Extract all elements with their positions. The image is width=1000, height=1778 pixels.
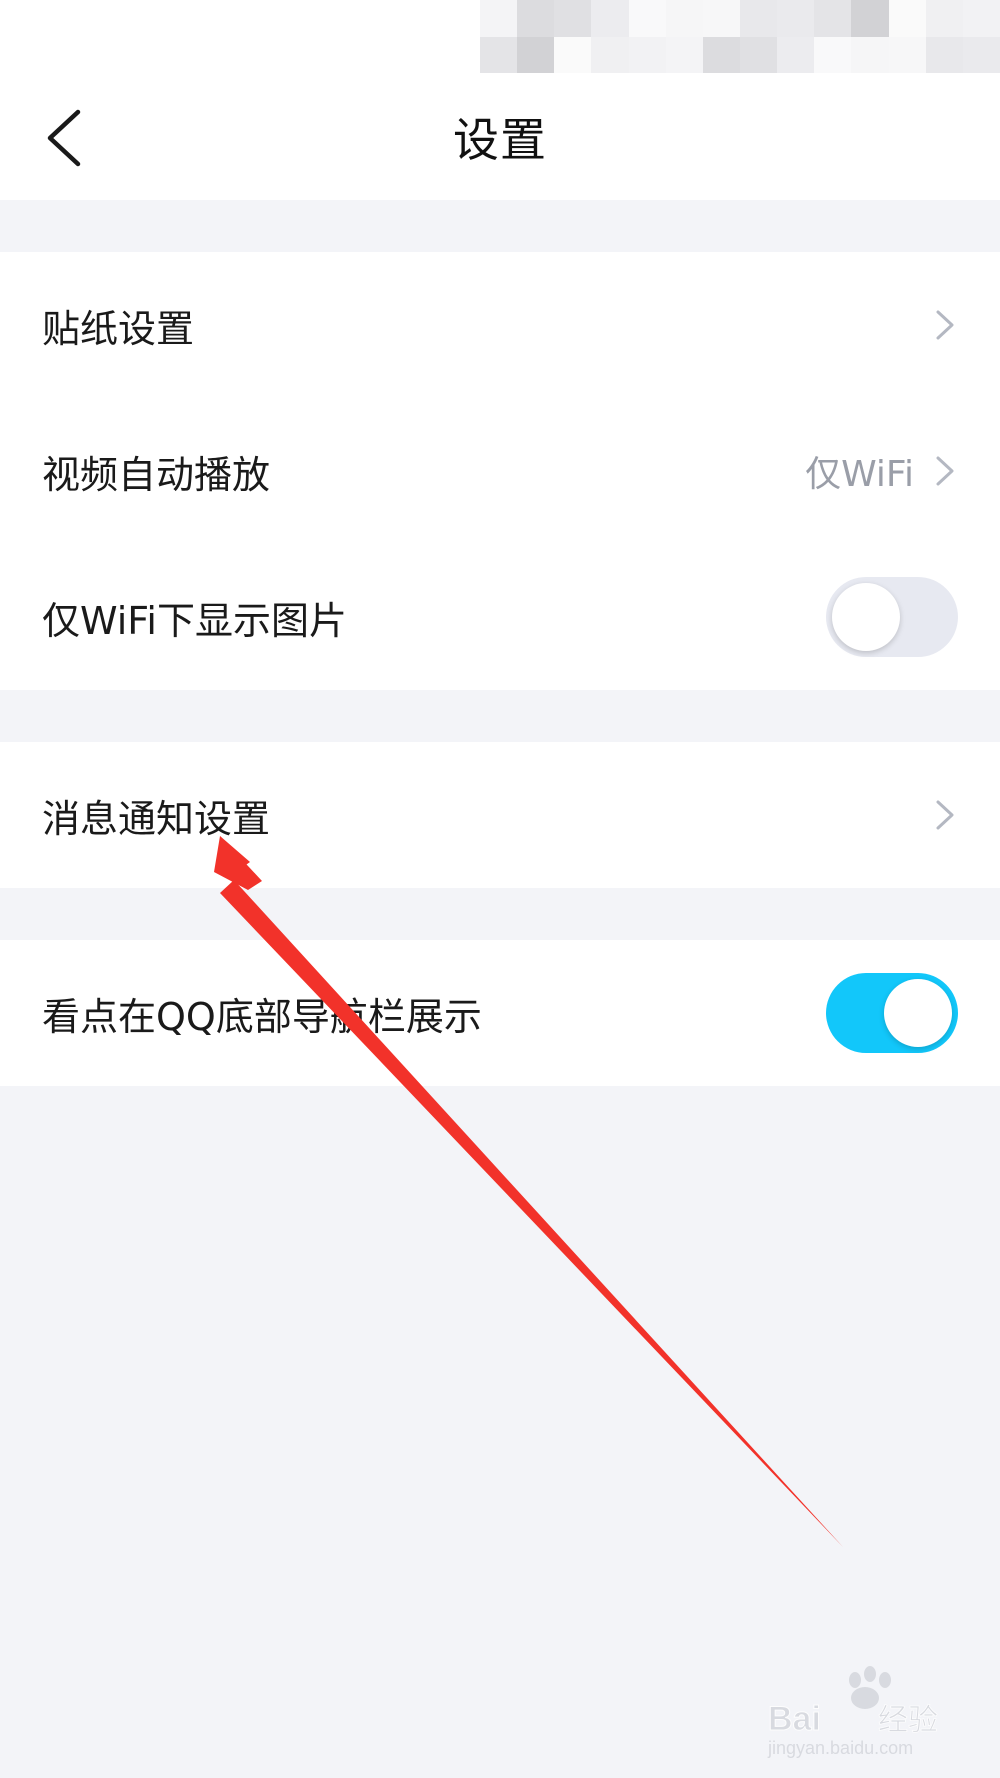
mosaic-cell xyxy=(480,36,518,73)
mosaic-cell xyxy=(665,0,703,37)
chevron-right-icon xyxy=(932,795,958,835)
row-label: 消息通知设置 xyxy=(42,796,271,841)
mosaic-cell xyxy=(925,0,963,37)
mosaic-cell xyxy=(962,0,1000,37)
row-label: 视频自动播放 xyxy=(42,452,271,497)
mosaic-cell xyxy=(554,36,592,73)
chevron-right-icon xyxy=(932,305,958,345)
mosaic-cell xyxy=(851,36,889,73)
row-label: 看点在QQ底部导航栏展示 xyxy=(42,994,482,1039)
baidu-watermark-logo: Bai 经验 jingyan.baidu.com xyxy=(767,1666,938,1758)
mosaic-cell xyxy=(888,0,926,37)
row-label: 贴纸设置 xyxy=(42,306,195,351)
toggle-knob xyxy=(884,979,952,1047)
chevron-right-icon xyxy=(932,451,958,491)
qq-nav-display-row: 看点在QQ底部导航栏展示 xyxy=(0,940,1000,1086)
video-autoplay-row[interactable]: 视频自动播放 仅WiFi xyxy=(0,398,1000,544)
settings-group-notification: 消息通知设置 xyxy=(0,742,1000,888)
mosaic-cell xyxy=(739,36,778,73)
mosaic-cell xyxy=(777,36,815,73)
wifi-images-row: 仅WiFi下显示图片 xyxy=(0,544,1000,690)
mosaic-cell xyxy=(851,0,889,37)
mosaic-cell xyxy=(628,36,666,73)
row-value: 仅WiFi xyxy=(805,454,914,495)
notification-settings-row[interactable]: 消息通知设置 xyxy=(0,742,1000,888)
mosaic-cell xyxy=(517,36,555,73)
mosaic-cell xyxy=(925,36,963,73)
mosaic-cell xyxy=(628,0,666,37)
mosaic-cell xyxy=(665,36,703,73)
svg-text:jingyan.baidu.com: jingyan.baidu.com xyxy=(767,1738,913,1758)
mosaic-cell xyxy=(702,36,740,73)
mosaic-cell xyxy=(814,36,852,73)
mosaic-cell xyxy=(554,0,592,37)
sticker-settings-row[interactable]: 贴纸设置 xyxy=(0,252,1000,398)
svg-text:Bai: Bai xyxy=(768,1700,821,1738)
mosaic-cell xyxy=(814,0,852,37)
settings-group-display: 贴纸设置 视频自动播放 仅WiFi 仅WiFi下显示图片 xyxy=(0,252,1000,690)
chevron-left-icon xyxy=(47,109,81,167)
mosaic-cell xyxy=(591,0,629,37)
mosaic-cell xyxy=(962,36,1000,73)
qq-nav-display-toggle[interactable] xyxy=(826,973,958,1053)
wifi-images-toggle[interactable] xyxy=(826,577,958,657)
toggle-knob xyxy=(832,583,900,651)
blurred-status-mosaic xyxy=(480,0,1000,73)
mosaic-cell xyxy=(702,0,740,37)
back-button[interactable] xyxy=(28,93,100,183)
mosaic-cell xyxy=(517,0,555,37)
mosaic-cell xyxy=(480,0,518,37)
page-title: 设置 xyxy=(453,112,547,167)
mosaic-cell xyxy=(739,0,778,37)
settings-screen: 设置 贴纸设置 视频自动播放 仅WiFi 仅WiFi下显示图片 消息通知设置 看… xyxy=(0,0,1000,1778)
status-bar xyxy=(0,0,1000,73)
nav-header: 设置 xyxy=(0,73,1000,200)
mosaic-cell xyxy=(888,36,926,73)
mosaic-cell xyxy=(777,0,815,37)
settings-group-navigation: 看点在QQ底部导航栏展示 xyxy=(0,940,1000,1086)
mosaic-cell xyxy=(591,36,629,73)
svg-text:经验: 经验 xyxy=(878,1703,938,1738)
row-label: 仅WiFi下显示图片 xyxy=(42,598,347,643)
